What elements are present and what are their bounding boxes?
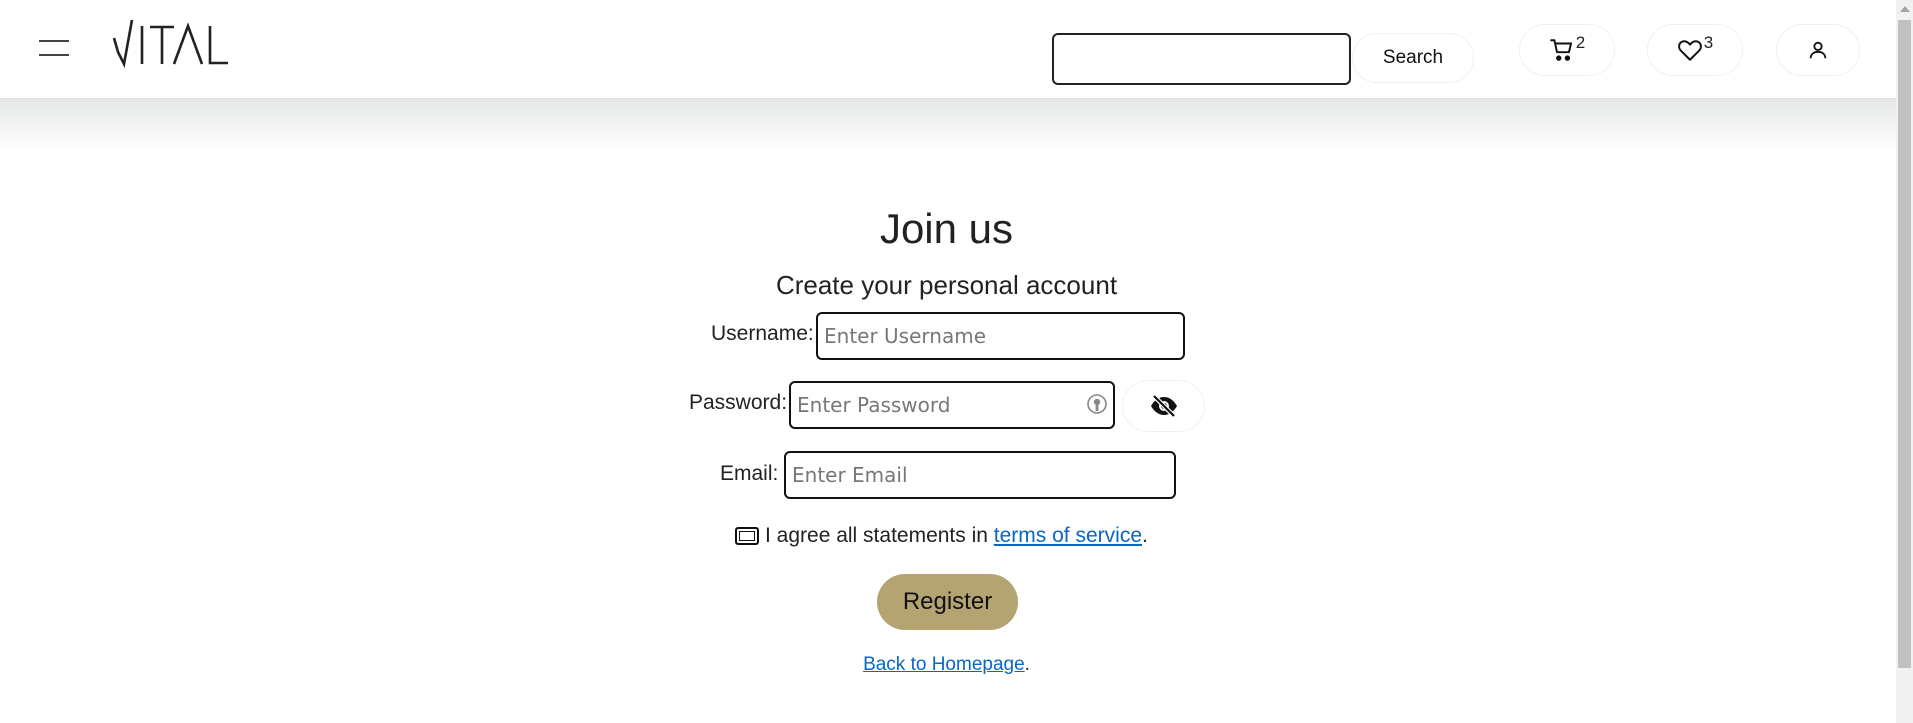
back-to-homepage-row: Back to Homepage. xyxy=(0,654,1893,676)
scrollbar-thumb[interactable] xyxy=(1898,20,1911,668)
back-to-homepage-link[interactable]: Back to Homepage xyxy=(863,654,1025,675)
terms-checkbox[interactable] xyxy=(735,527,759,545)
vertical-scrollbar[interactable] xyxy=(1896,0,1913,723)
cart-button[interactable]: 2 xyxy=(1519,24,1615,76)
terms-suffix: . xyxy=(1142,524,1148,547)
back-suffix: . xyxy=(1024,654,1030,675)
page: Search 2 3 Join us Create your personal … xyxy=(0,0,1896,723)
wishlist-count: 3 xyxy=(1703,33,1714,52)
wishlist-button[interactable]: 3 xyxy=(1647,24,1743,76)
email-field[interactable] xyxy=(784,451,1176,499)
email-label: Email: xyxy=(720,462,779,485)
search-button[interactable]: Search xyxy=(1352,33,1474,83)
password-label: Password: xyxy=(689,391,788,414)
password-field[interactable] xyxy=(789,381,1115,429)
password-manager-key-icon[interactable] xyxy=(1086,393,1108,415)
register-button[interactable]: Register xyxy=(877,574,1018,630)
eye-slash-icon xyxy=(1150,394,1177,418)
toggle-password-visibility-button[interactable] xyxy=(1122,380,1205,432)
header-shadow xyxy=(0,99,1896,153)
account-button[interactable] xyxy=(1776,24,1860,76)
cart-count: 2 xyxy=(1575,33,1586,52)
vital-logo[interactable] xyxy=(110,16,230,70)
site-header: Search 2 3 xyxy=(0,0,1896,99)
terms-of-service-link[interactable]: terms of service xyxy=(994,524,1142,548)
username-label: Username: xyxy=(711,322,814,345)
cart-icon xyxy=(1549,39,1572,61)
username-field[interactable] xyxy=(816,312,1185,360)
scroll-up-arrow-icon[interactable] xyxy=(1896,0,1913,17)
hamburger-menu-icon[interactable] xyxy=(36,36,72,60)
search-input[interactable] xyxy=(1052,33,1351,85)
page-subtitle: Create your personal account xyxy=(775,270,1118,300)
user-icon xyxy=(1809,41,1827,59)
terms-text: I agree all statements in xyxy=(765,524,988,547)
heart-icon xyxy=(1677,40,1702,61)
page-title: Join us xyxy=(879,205,1014,252)
terms-agreement-row: I agree all statements in terms of servi… xyxy=(735,524,1148,548)
